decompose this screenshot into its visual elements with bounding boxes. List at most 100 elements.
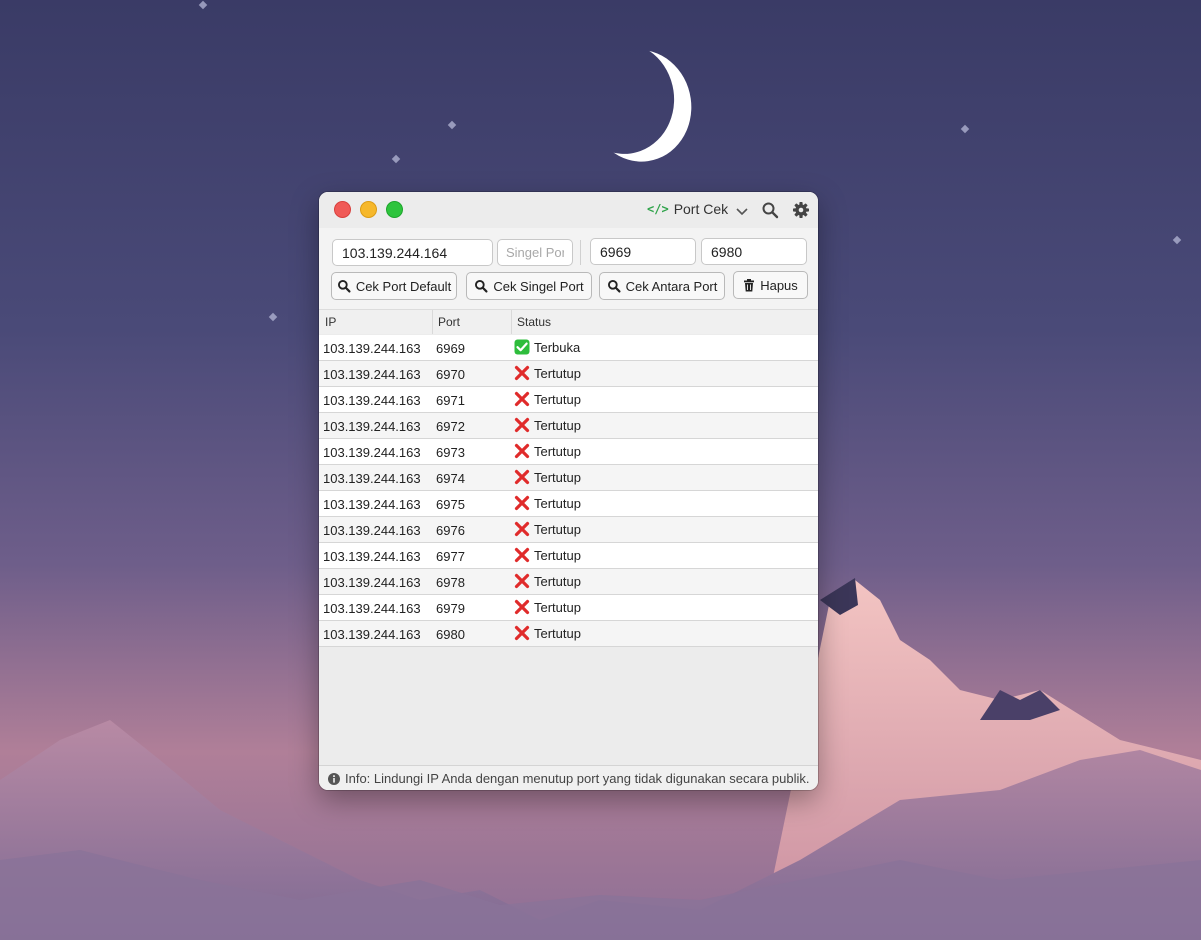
info-message: Info: Lindungi IP Anda dengan menutup po… [328,771,810,786]
zoom-window-button[interactable] [386,201,403,218]
check-port-range-label: Cek Antara Port [625,278,718,294]
single-port-input[interactable] [497,239,573,266]
table-row[interactable]: 103.139.244.163 6974 Tertutup [319,465,818,491]
search-icon [475,280,488,293]
column-header-port[interactable]: Port [438,315,460,329]
status-text: Tertutup [534,521,581,537]
cell-status: Tertutup [514,599,581,615]
cell-status: Tertutup [514,547,581,563]
table-row[interactable]: 103.139.244.163 6970 Tertutup [319,361,818,387]
search-icon[interactable] [761,201,779,219]
column-header-ip[interactable]: IP [325,315,336,329]
table-row[interactable]: 103.139.244.163 6973 Tertutup [319,439,818,465]
cross-mark-icon [514,547,530,563]
chevron-down-icon[interactable] [733,203,751,221]
app-title-text: Port Cek [673,201,729,217]
close-window-button[interactable] [334,201,351,218]
check-default-ports-button[interactable]: Cek Port Default [331,272,457,300]
cell-port: 6972 [436,419,465,434]
column-divider[interactable] [432,310,433,334]
cross-mark-icon [514,469,530,485]
table-row[interactable]: 103.139.244.163 6972 Tertutup [319,413,818,439]
cell-port: 6969 [436,341,465,356]
cell-status: Tertutup [514,417,581,433]
search-icon [607,280,621,293]
cell-ip: 103.139.244.163 [323,393,421,408]
table-row[interactable]: 103.139.244.163 6980 Tertutup [319,621,818,647]
table-header: IP Port Status [319,310,818,334]
table-row[interactable]: 103.139.244.163 6975 Tertutup [319,491,818,517]
cell-ip: 103.139.244.163 [323,497,421,512]
status-text: Terbuka [534,339,581,355]
minimize-window-button[interactable] [360,201,377,218]
cell-status: Tertutup [514,573,581,589]
cross-mark-icon [514,599,530,615]
clear-button[interactable]: Hapus [733,271,808,299]
info-text: Info: Lindungi IP Anda dengan menutup po… [345,771,810,786]
table-row[interactable]: 103.139.244.163 6976 Tertutup [319,517,818,543]
app-title: </> Port Cek [647,201,728,217]
cell-port: 6979 [436,601,465,616]
table-row[interactable]: 103.139.244.163 6979 Tertutup [319,595,818,621]
status-text: Tertutup [534,625,581,641]
cell-ip: 103.139.244.163 [323,471,421,486]
port-range-from-input[interactable] [590,238,696,265]
cell-port: 6976 [436,523,465,538]
column-header-status[interactable]: Status [517,315,551,329]
title-bar[interactable]: </> Port Cek [319,192,818,228]
cell-status: Tertutup [514,391,581,407]
info-icon [328,772,340,785]
status-text: Tertutup [534,599,581,615]
ip-address-input[interactable] [332,239,493,266]
cell-port: 6973 [436,445,465,460]
check-single-port-label: Cek Singel Port [493,278,584,294]
cross-mark-icon [514,391,530,407]
check-mark-icon [514,339,530,355]
cell-ip: 103.139.244.163 [323,341,421,356]
cell-port: 6975 [436,497,465,512]
check-single-port-button[interactable]: Cek Singel Port [466,272,592,300]
status-text: Tertutup [534,469,581,485]
cross-mark-icon [514,417,530,433]
check-default-ports-label: Cek Port Default [355,278,452,294]
clear-label: Hapus [760,277,798,293]
status-bar: Info: Lindungi IP Anda dengan menutup po… [319,765,818,790]
cell-port: 6978 [436,575,465,590]
port-cek-window: </> Port Cek Ce [319,192,818,790]
code-icon: </> [647,202,669,216]
check-port-range-button[interactable]: Cek Antara Port [599,272,725,300]
search-icon [337,280,351,293]
cell-ip: 103.139.244.163 [323,523,421,538]
status-text: Tertutup [534,443,581,459]
port-range-to-input[interactable] [701,238,807,265]
cell-ip: 103.139.244.163 [323,549,421,564]
cell-ip: 103.139.244.163 [323,575,421,590]
trash-icon [744,278,755,291]
cell-status: Terbuka [514,339,580,355]
status-text: Tertutup [534,547,581,563]
status-text: Tertutup [534,417,581,433]
table-row[interactable]: 103.139.244.163 6969 Terbuka [319,335,818,361]
cell-status: Tertutup [514,469,581,485]
cell-port: 6977 [436,549,465,564]
cell-status: Tertutup [514,521,581,537]
cell-status: Tertutup [514,443,581,459]
status-text: Tertutup [534,495,581,511]
column-divider[interactable] [511,310,512,334]
cross-mark-icon [514,495,530,511]
cross-mark-icon [514,521,530,537]
status-text: Tertutup [534,573,581,589]
gear-icon[interactable] [792,201,810,219]
results-table[interactable]: IP Port Status 103.139.244.163 6969 Terbuk… [319,309,818,766]
cell-port: 6971 [436,393,465,408]
cell-ip: 103.139.244.163 [323,367,421,382]
cell-status: Tertutup [514,625,581,641]
cell-port: 6980 [436,627,465,642]
cell-ip: 103.139.244.163 [323,419,421,434]
table-row[interactable]: 103.139.244.163 6971 Tertutup [319,387,818,413]
cell-port: 6974 [436,471,465,486]
cell-port: 6970 [436,367,465,382]
cell-status: Tertutup [514,495,581,511]
table-row[interactable]: 103.139.244.163 6978 Tertutup [319,569,818,595]
table-row[interactable]: 103.139.244.163 6977 Tertutup [319,543,818,569]
